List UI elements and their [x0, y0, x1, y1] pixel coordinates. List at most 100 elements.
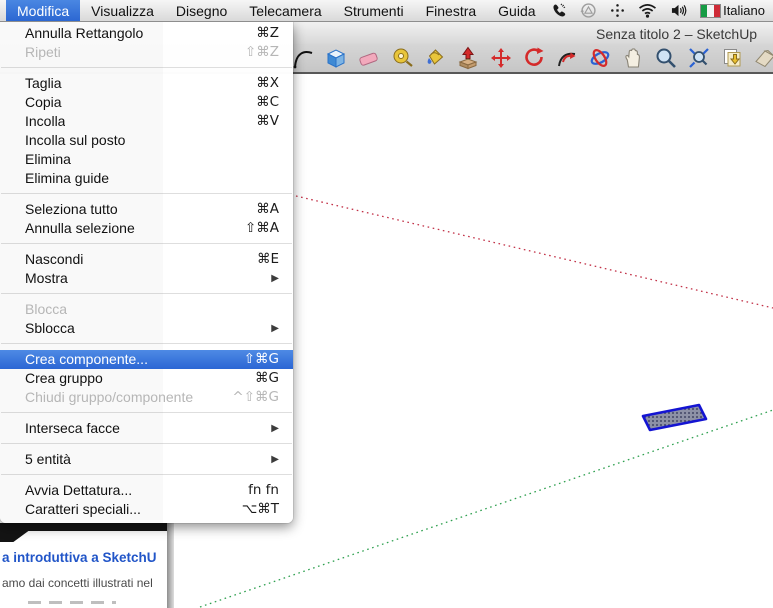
menu-separator — [1, 343, 292, 344]
menu-item-shortcut: ⇧⌘Z — [245, 43, 279, 62]
menu-item-label: Seleziona tutto — [25, 200, 118, 219]
menu-item-avvia-dettatura[interactable]: Avvia Dettatura... fn fn — [0, 481, 293, 500]
submenu-arrow-icon: ▶ — [271, 269, 279, 288]
paint-bucket-tool-icon[interactable] — [422, 45, 448, 71]
menu-item-shortcut: ⇧⌘G — [244, 350, 279, 369]
previous-view-tool-icon[interactable] — [719, 45, 745, 71]
arc-tool-icon[interactable] — [290, 45, 316, 71]
menu-item-elimina-guide[interactable]: Elimina guide — [0, 169, 293, 188]
window-title: Senza titolo 2 – SketchUp — [596, 26, 757, 42]
menu-item-sblocca[interactable]: Sblocca▶ — [0, 319, 293, 338]
menu-separator — [1, 293, 292, 294]
menu-item-shortcut: ⌥⌘T — [242, 500, 279, 519]
menubar-items: ModificaVisualizzaDisegnoTelecameraStrum… — [6, 0, 547, 21]
menu-item-label: 5 entità — [25, 450, 71, 469]
menu-separator — [1, 412, 292, 413]
menu-item-shortcut: ⌘G — [255, 369, 279, 388]
menu-item-interseca-facce[interactable]: Interseca facce ▶ — [0, 419, 293, 438]
orbit-tool-icon[interactable] — [587, 45, 613, 71]
follow-me-tool-icon[interactable] — [554, 45, 580, 71]
help-window[interactable]: a introduttiva a SketchU amo dai concett… — [0, 523, 174, 608]
menu-item-label: Annulla selezione — [25, 219, 135, 238]
submenu-arrow-icon: ▶ — [271, 419, 279, 438]
menubar-item-modifica[interactable]: Modifica — [6, 0, 80, 21]
menu-separator — [1, 193, 292, 194]
menubar-item-telecamera[interactable]: Telecamera — [238, 0, 332, 21]
menu-item-chiudi-gruppo-componente: Chiudi gruppo/componente^⇧⌘G — [0, 388, 293, 407]
menu-item-label: Copia — [25, 93, 62, 112]
menu-item-seleziona-tutto[interactable]: Seleziona tutto ⌘A — [0, 200, 293, 219]
menu-item-shortcut: ^⇧⌘G — [232, 388, 279, 407]
wifi-icon[interactable] — [638, 3, 657, 18]
menu-item-annulla-selezione[interactable]: Annulla selezione ⇧⌘A — [0, 219, 293, 238]
menu-item-label: Sblocca — [25, 319, 75, 338]
zoom-extents-tool-icon[interactable] — [686, 45, 712, 71]
menu-item-label: Ripeti — [25, 43, 61, 62]
italy-flag-icon[interactable] — [700, 4, 721, 18]
menu-item-blocca: Blocca — [0, 300, 293, 319]
menu-item-incolla[interactable]: Incolla ⌘V — [0, 112, 293, 131]
menu-item-5-entit[interactable]: 5 entità ▶ — [0, 450, 293, 469]
menu-item-shortcut: ⌘V — [256, 112, 279, 131]
menu-item-mostra[interactable]: Mostra▶ — [0, 269, 293, 288]
help-window-banner-image — [0, 523, 167, 542]
menu-item-shortcut: ⌘C — [256, 93, 279, 112]
eraser-tool-icon[interactable] — [356, 45, 382, 71]
menu-item-label: Avvia Dettatura... — [25, 481, 132, 500]
menubar-item-guida[interactable]: Guida — [487, 0, 546, 21]
zoom-tool-icon[interactable] — [653, 45, 679, 71]
menu-item-taglia[interactable]: Taglia⌘X — [0, 74, 293, 93]
menu-item-shortcut: ⌘E — [257, 250, 279, 269]
menu-item-incolla-sul-posto[interactable]: Incolla sul posto — [0, 131, 293, 150]
phone-icon[interactable] — [550, 2, 567, 19]
help-heading-link[interactable]: a introduttiva a SketchU — [2, 550, 167, 565]
menu-item-crea-componente[interactable]: Crea componente... ⇧⌘G — [0, 350, 293, 369]
pan-tool-icon[interactable] — [620, 45, 646, 71]
dots-cross-icon[interactable] — [610, 3, 625, 18]
edit-menu-dropdown: Annulla Rettangolo ⌘Z Ripeti ⇧⌘Z Taglia⌘XCop… — [0, 22, 293, 523]
component-tool-icon[interactable] — [323, 45, 349, 71]
clipped-text-line — [28, 601, 116, 604]
menu-separator — [1, 67, 292, 68]
menu-separator — [1, 243, 292, 244]
sync-alert-icon[interactable] — [580, 2, 597, 19]
help-window-edge — [167, 523, 174, 608]
menu-item-copia[interactable]: Copia ⌘C — [0, 93, 293, 112]
help-body-text: amo dai concetti illustrati nel — [2, 576, 174, 590]
menu-item-label: Interseca facce — [25, 419, 120, 438]
rotate-tool-icon[interactable] — [521, 45, 547, 71]
red-axis-line — [296, 196, 773, 308]
submenu-arrow-icon: ▶ — [271, 450, 279, 469]
menubar-item-finestra[interactable]: Finestra — [415, 0, 488, 21]
language-label[interactable]: Italiano — [723, 0, 773, 21]
volume-icon[interactable] — [670, 3, 687, 18]
push-pull-tool-icon[interactable] — [455, 45, 481, 71]
menu-item-shortcut: fn fn — [248, 481, 279, 500]
menu-item-label: Annulla Rettangolo — [25, 24, 143, 43]
selected-component[interactable] — [643, 405, 706, 430]
menubar-item-visualizza[interactable]: Visualizza — [80, 0, 165, 21]
tape-measure-tool-icon[interactable] — [389, 45, 415, 71]
menu-item-elimina[interactable]: Elimina — [0, 150, 293, 169]
menubar-item-strumenti[interactable]: Strumenti — [333, 0, 415, 21]
next-view-tool-icon[interactable] — [752, 45, 773, 71]
menu-item-label: Crea componente... — [25, 350, 148, 369]
menu-item-shortcut: ⇧⌘A — [245, 219, 279, 238]
menu-item-shortcut: ⌘X — [256, 74, 279, 93]
menubar: ModificaVisualizzaDisegnoTelecameraStrum… — [0, 0, 773, 22]
menu-item-label: Elimina — [25, 150, 71, 169]
menu-separator — [1, 474, 292, 475]
menu-item-label: Incolla — [25, 112, 65, 131]
menu-item-crea-gruppo[interactable]: Crea gruppo⌘G — [0, 369, 293, 388]
menu-item-shortcut: ⌘Z — [256, 24, 279, 43]
move-tool-icon[interactable] — [488, 45, 514, 71]
menu-item-shortcut: ⌘A — [256, 200, 279, 219]
menu-item-nascondi[interactable]: Nascondi ⌘E — [0, 250, 293, 269]
menu-item-annulla-rettangolo[interactable]: Annulla Rettangolo ⌘Z — [0, 24, 293, 43]
toolbar-icons — [290, 45, 773, 71]
menubar-item-disegno[interactable]: Disegno — [165, 0, 238, 21]
menu-item-caratteri-speciali[interactable]: Caratteri speciali...⌥⌘T — [0, 500, 293, 519]
menu-item-ripeti: Ripeti ⇧⌘Z — [0, 43, 293, 62]
menu-item-label: Blocca — [25, 300, 67, 319]
menu-item-label: Nascondi — [25, 250, 83, 269]
